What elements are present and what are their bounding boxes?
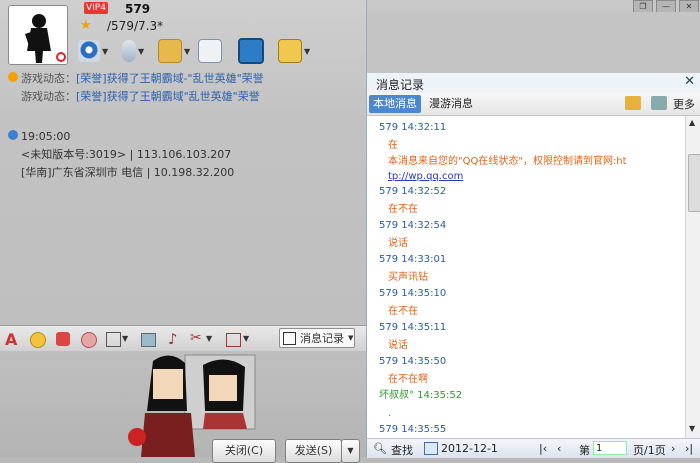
history-footer: 🔍︎ 查找 2012-12-1 |‹ ‹ 第 1 页/1页 › ›| [367, 438, 700, 458]
calendar-icon[interactable] [424, 442, 438, 455]
next-page-icon[interactable]: › [671, 442, 675, 455]
send-button[interactable]: 发送(S) [285, 439, 342, 463]
microphone-icon [122, 40, 136, 62]
message-text: 在不在啊 [388, 374, 428, 385]
search-button[interactable]: 查找 [391, 442, 413, 458]
chat-toolbar: ▼ ▼ ▼ ▼ [78, 38, 318, 64]
message-text: 本消息来自您的"QQ在线状态"，权限控制请到官网:ht [388, 156, 627, 167]
history-header: 消息记录 ✕ [367, 73, 700, 94]
message-text: . [388, 408, 392, 419]
calendar-icon [278, 39, 302, 63]
last-page-icon[interactable]: ›| [685, 442, 693, 455]
speaker-icon[interactable] [651, 96, 667, 110]
voice-call-button[interactable]: ▼ [118, 38, 158, 64]
contact-signature: /579/7.3* [107, 19, 164, 33]
dropdown-arrow-icon: ▼ [348, 334, 354, 342]
skin-icon[interactable] [625, 96, 641, 110]
message-header: 579 14:32:54 [379, 220, 447, 231]
list-add-icon [198, 39, 222, 63]
page-label: 第 [579, 444, 590, 457]
video-call-button[interactable]: ▼ [78, 38, 118, 64]
folder-arrow-icon [158, 39, 182, 63]
star-icon: ★ [80, 18, 92, 33]
message-history-button[interactable]: 消息记录 ▼ [279, 328, 355, 348]
emoji-icon[interactable] [30, 332, 46, 348]
message-text: 买声讯钻 [388, 272, 428, 283]
panel-top-blank [367, 12, 700, 73]
busy-status-icon [56, 52, 66, 62]
message-header-self: 坏叔叔° 14:35:52 [379, 390, 463, 401]
font-icon[interactable]: A [5, 330, 23, 349]
music-icon[interactable]: ♪ [168, 330, 186, 348]
chat-window: VIP4 579 ★ /579/7.3* ▼ ▼ ▼ ▼ 游戏动态：[荣誉]获得… [0, 0, 366, 463]
tab-local-messages[interactable]: 本地消息 [369, 95, 421, 113]
message-header: 579 14:32:52 [379, 186, 447, 197]
scribble-icon[interactable] [106, 332, 121, 347]
vip-badge: VIP4 [84, 2, 108, 14]
search-icon[interactable]: 🔍︎ [373, 442, 387, 455]
magic-emoji-icon[interactable] [56, 332, 70, 346]
history-icon [283, 331, 296, 345]
message-header: 579 14:33:01 [379, 254, 447, 265]
image-icon[interactable] [141, 333, 156, 347]
scroll-up-icon[interactable]: ▲ [689, 118, 695, 127]
close-button[interactable]: 关闭(C) [212, 439, 276, 463]
webcam-icon [78, 40, 100, 62]
first-page-icon[interactable]: |‹ [539, 442, 547, 455]
message-header: 579 14:35:50 [379, 356, 447, 367]
app-menu-button[interactable]: ▼ [278, 38, 318, 64]
scroll-down-icon[interactable]: ▼ [689, 424, 695, 433]
message-header: 579 14:32:11 [379, 122, 447, 133]
scrollbar-thumb[interactable] [688, 154, 700, 212]
contact-info: 19:05:00 <未知版本号:3019> | 113.106.103.207 … [8, 128, 234, 182]
monitor-icon [238, 38, 264, 64]
message-text: 在不在 [388, 306, 418, 317]
contact-nickname: 579 [125, 2, 151, 16]
game-news: 游戏动态：[荣誉]获得了王朝霸域-"乱世英雄"荣誉 游戏动态：[荣誉]获得了王朝… [8, 70, 264, 106]
history-title: 消息记录 [376, 78, 425, 92]
prev-page-icon[interactable]: ‹ [557, 442, 561, 455]
login-time: 19:05:00 [21, 130, 71, 143]
message-log: 579 14:32:11 在 本消息来自您的"QQ在线状态"，权限控制请到官网:… [367, 116, 685, 438]
history-tabs: 本地消息 漫游消息 更多 [367, 93, 700, 116]
client-version: <未知版本号:3019> | 113.106.103.207 [21, 148, 232, 161]
close-history-icon[interactable]: ✕ [684, 74, 695, 89]
log-scrollbar[interactable]: ▲ ▼ [685, 116, 700, 438]
message-history-panel: ❐ — ✕ 消息记录 ✕ 本地消息 漫游消息 更多 579 14:32:11 在… [366, 0, 700, 458]
send-file-button[interactable]: ▼ [158, 38, 198, 64]
page-number-input[interactable]: 1 [593, 441, 627, 455]
news-item[interactable]: [荣誉]获得了王朝霸域"乱世英雄"荣誉 [76, 90, 260, 103]
message-text: 说话 [388, 238, 408, 249]
send-options-button[interactable]: ▼ [341, 439, 360, 463]
message-text: 在不在 [388, 204, 418, 215]
message-link[interactable]: tp://wp.qq.com [388, 169, 463, 185]
message-text: 说话 [388, 340, 408, 351]
page-total-label: 页/1页 [633, 444, 666, 457]
game-icon [8, 72, 18, 82]
screenshot-icon[interactable] [226, 333, 241, 347]
tab-roaming-messages[interactable]: 漫游消息 [425, 95, 477, 113]
message-text: 在 [388, 140, 398, 151]
message-header: 579 14:35:11 [379, 322, 447, 333]
dropdown-arrow-icon[interactable]: ▼ [206, 334, 224, 352]
news-item[interactable]: [荣誉]获得了王朝霸域-"乱世英雄"荣誉 [76, 72, 264, 85]
message-header: 579 14:35:55 [379, 424, 447, 435]
date-picker[interactable]: 2012-12-1 [441, 442, 498, 455]
remote-assist-button[interactable] [238, 38, 278, 64]
client-location: [华南]广东省深圳市 电信 | 10.198.32.200 [21, 166, 235, 179]
shake-icon[interactable] [81, 332, 97, 348]
message-header: 579 14:35:10 [379, 288, 447, 299]
create-group-button[interactable] [198, 38, 238, 64]
more-button[interactable]: 更多 [673, 96, 695, 112]
dropdown-arrow-icon[interactable]: ▼ [122, 334, 140, 352]
info-icon [8, 130, 18, 140]
dropdown-arrow-icon[interactable]: ▼ [243, 334, 261, 352]
